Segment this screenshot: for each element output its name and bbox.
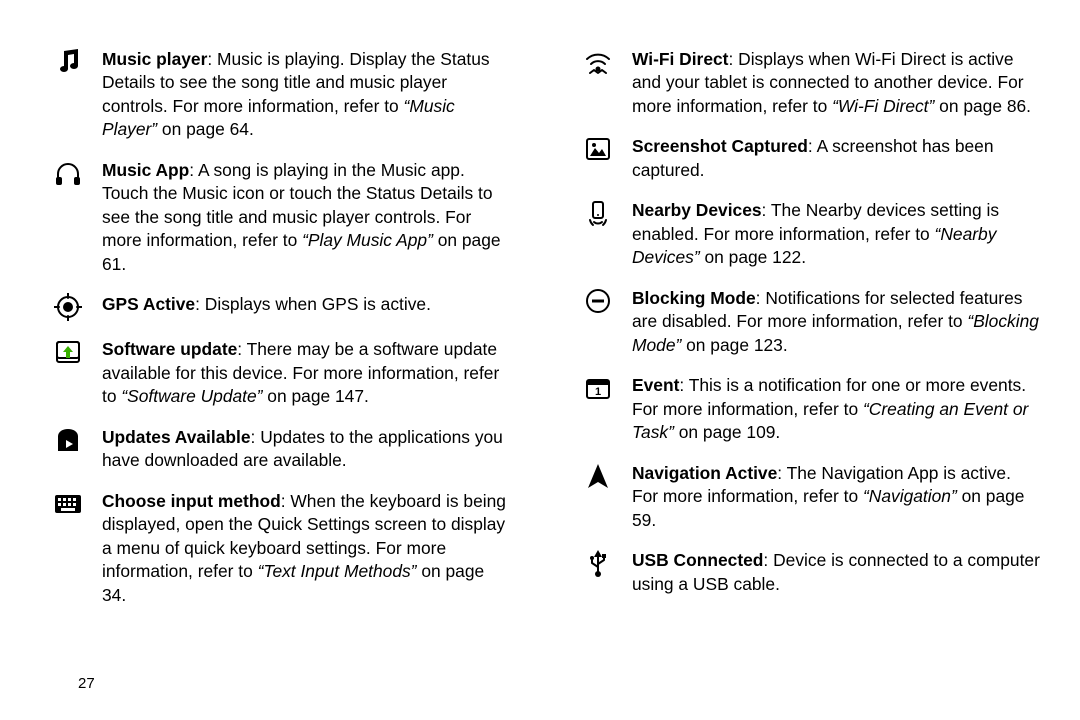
definition-text: Updates Available: Updates to the applic… bbox=[102, 426, 510, 473]
gps-icon bbox=[48, 293, 88, 321]
definition-title: Nearby Devices bbox=[632, 200, 762, 220]
icon-definition-row: Music player: Music is playing. Display … bbox=[48, 48, 510, 142]
definition-text: Music player: Music is playing. Display … bbox=[102, 48, 510, 142]
icon-definition-row: Screenshot Captured: A screenshot has be… bbox=[578, 135, 1040, 182]
event-icon bbox=[578, 374, 618, 402]
definition-body-post: on page 123. bbox=[681, 335, 787, 355]
navigation-icon bbox=[578, 462, 618, 490]
definition-title: Updates Available bbox=[102, 427, 251, 447]
blocking-mode-icon bbox=[578, 287, 618, 315]
definition-reference: “Wi-Fi Direct” bbox=[832, 96, 934, 116]
definition-reference: “Navigation” bbox=[863, 486, 957, 506]
software-update-icon bbox=[48, 338, 88, 366]
definition-body-post: on page 147. bbox=[262, 386, 368, 406]
keyboard-icon bbox=[48, 490, 88, 518]
definition-text: GPS Active: Displays when GPS is active. bbox=[102, 293, 431, 316]
definition-title: Navigation Active bbox=[632, 463, 777, 483]
icon-definition-row: Blocking Mode: Notifications for selecte… bbox=[578, 287, 1040, 357]
definition-body-pre: : Displays when GPS is active. bbox=[195, 294, 431, 314]
definition-body-post: on page 86. bbox=[934, 96, 1031, 116]
definition-text: Screenshot Captured: A screenshot has be… bbox=[632, 135, 1040, 182]
definition-title: Screenshot Captured bbox=[632, 136, 808, 156]
screenshot-icon bbox=[578, 135, 618, 163]
usb-icon bbox=[578, 549, 618, 577]
icon-definition-row: Nearby Devices: The Nearby devices setti… bbox=[578, 199, 1040, 269]
updates-available-icon bbox=[48, 426, 88, 454]
definition-title: Software update bbox=[102, 339, 237, 359]
icon-definition-row: Music App: A song is playing in the Musi… bbox=[48, 159, 510, 276]
definition-text: Nearby Devices: The Nearby devices setti… bbox=[632, 199, 1040, 269]
manual-page: Music player: Music is playing. Display … bbox=[0, 0, 1080, 720]
definition-reference: “Play Music App” bbox=[302, 230, 433, 250]
definition-body-post: on page 64. bbox=[157, 119, 254, 139]
icon-definition-row: Choose input method: When the keyboard i… bbox=[48, 490, 510, 607]
definition-title: USB Connected bbox=[632, 550, 763, 570]
definition-body-post: on page 109. bbox=[674, 422, 780, 442]
definition-title: Choose input method bbox=[102, 491, 281, 511]
right-column: Wi-Fi Direct: Displays when Wi-Fi Direct… bbox=[578, 48, 1040, 704]
definition-title: Blocking Mode bbox=[632, 288, 756, 308]
wifi-direct-icon bbox=[578, 48, 618, 76]
definition-title: Event bbox=[632, 375, 679, 395]
definition-text: USB Connected: Device is connected to a … bbox=[632, 549, 1040, 596]
nearby-devices-icon bbox=[578, 199, 618, 227]
definition-text: Event: This is a notification for one or… bbox=[632, 374, 1040, 444]
definition-reference: “Software Update” bbox=[121, 386, 262, 406]
definition-text: Software update: There may be a software… bbox=[102, 338, 510, 408]
definition-body-post: on page 122. bbox=[700, 247, 806, 267]
definition-text: Music App: A song is playing in the Musi… bbox=[102, 159, 510, 276]
definition-title: Music App bbox=[102, 160, 189, 180]
icon-definition-row: Software update: There may be a software… bbox=[48, 338, 510, 408]
icon-definition-row: Navigation Active: The Navigation App is… bbox=[578, 462, 1040, 532]
definition-reference: “Text Input Methods” bbox=[258, 561, 417, 581]
left-column: Music player: Music is playing. Display … bbox=[48, 48, 510, 704]
music-note-icon bbox=[48, 48, 88, 76]
icon-definition-row: USB Connected: Device is connected to a … bbox=[578, 549, 1040, 596]
definition-text: Wi-Fi Direct: Displays when Wi-Fi Direct… bbox=[632, 48, 1040, 118]
icon-definition-row: Event: This is a notification for one or… bbox=[578, 374, 1040, 444]
headphones-icon bbox=[48, 159, 88, 187]
definition-title: Wi-Fi Direct bbox=[632, 49, 728, 69]
page-number: 27 bbox=[78, 675, 95, 692]
icon-definition-row: GPS Active: Displays when GPS is active. bbox=[48, 293, 510, 321]
definition-text: Navigation Active: The Navigation App is… bbox=[632, 462, 1040, 532]
icon-definition-row: Wi-Fi Direct: Displays when Wi-Fi Direct… bbox=[578, 48, 1040, 118]
definition-title: GPS Active bbox=[102, 294, 195, 314]
definition-text: Blocking Mode: Notifications for selecte… bbox=[632, 287, 1040, 357]
icon-definition-row: Updates Available: Updates to the applic… bbox=[48, 426, 510, 473]
definition-title: Music player bbox=[102, 49, 207, 69]
definition-text: Choose input method: When the keyboard i… bbox=[102, 490, 510, 607]
